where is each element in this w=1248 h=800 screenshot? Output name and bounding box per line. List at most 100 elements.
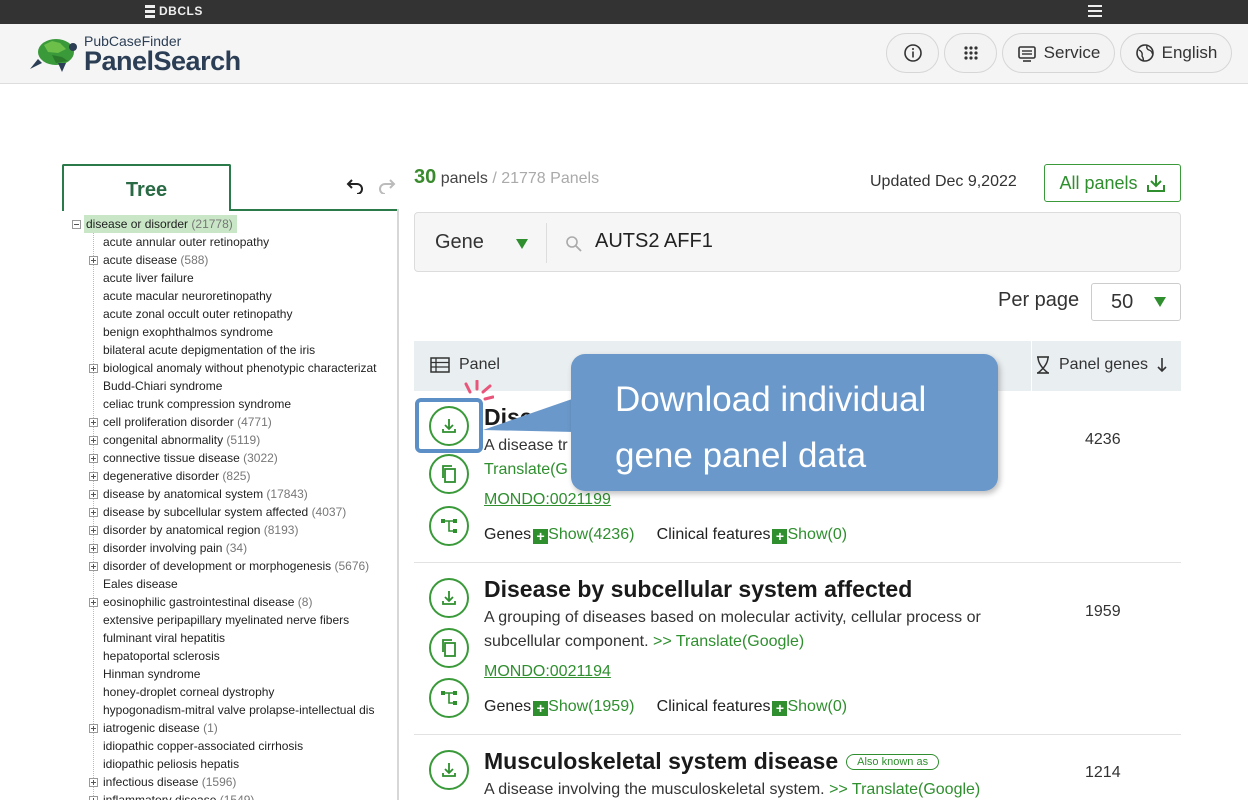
collapse-icon[interactable] (72, 220, 81, 229)
tree-item-label[interactable]: acute macular neuroretinopathy (103, 287, 272, 305)
tree-item[interactable]: Budd-Chiari syndrome (70, 377, 397, 395)
translate-link[interactable]: Translate(G (484, 461, 568, 478)
download-panel-button[interactable] (429, 578, 469, 618)
tree-item-label[interactable]: inflammatory disease (1549) (103, 791, 254, 800)
tree-item[interactable]: acute liver failure (70, 269, 397, 287)
expand-icon[interactable] (89, 544, 98, 553)
service-button[interactable]: Service (1002, 33, 1115, 73)
expand-icon[interactable] (89, 454, 98, 463)
tree-item-label[interactable]: degenerative disorder (825) (103, 467, 250, 485)
also-known-as-badge[interactable]: Also known as (846, 754, 940, 770)
tree-item-label[interactable]: eosinophilic gastrointestinal disease (8… (103, 593, 312, 611)
tree-item[interactable]: Eales disease (70, 575, 397, 593)
tree-item-label[interactable]: iatrogenic disease (1) (103, 719, 218, 737)
tree-item[interactable]: inflammatory disease (1549) (70, 791, 397, 800)
clinical-show-link[interactable]: Show(0) (787, 698, 847, 715)
tree-item-label[interactable]: Eales disease (103, 575, 178, 593)
expand-icon[interactable] (89, 256, 98, 265)
mondo-link[interactable]: MONDO:0021194 (484, 663, 611, 681)
tree-item[interactable]: extensive peripapillary myelinated nerve… (70, 611, 397, 629)
language-button[interactable]: English (1120, 33, 1232, 73)
tree-item-label[interactable]: Hinman syndrome (103, 665, 200, 683)
chevron-down-icon[interactable] (516, 239, 528, 249)
tree-item[interactable]: Hinman syndrome (70, 665, 397, 683)
tree-item-label[interactable]: hepatoportal sclerosis (103, 647, 220, 665)
tree-item-label[interactable]: disorder of development or morphogenesis… (103, 557, 369, 575)
tree-item[interactable]: benign exophthalmos syndrome (70, 323, 397, 341)
expand-icon[interactable] (89, 778, 98, 787)
info-button[interactable] (886, 33, 939, 73)
expand-icon[interactable] (89, 796, 98, 800)
expand-icon[interactable] (89, 418, 98, 427)
tree-item[interactable]: cell proliferation disorder (4771) (70, 413, 397, 431)
tree-item[interactable]: biological anomaly without phenotypic ch… (70, 359, 397, 377)
hierarchy-button[interactable] (429, 506, 469, 546)
tree-item-label[interactable]: acute disease (588) (103, 251, 208, 269)
tree-item-label[interactable]: Budd-Chiari syndrome (103, 377, 222, 395)
app-logo[interactable]: PubCaseFinder PanelSearch (28, 34, 241, 75)
tree-item[interactable]: idiopathic copper-associated cirrhosis (70, 737, 397, 755)
tree-item-label[interactable]: idiopathic copper-associated cirrhosis (103, 737, 303, 755)
expand-icon[interactable] (89, 490, 98, 499)
tree-item[interactable]: disease by anatomical system (17843) (70, 485, 397, 503)
tree-item[interactable]: disorder by anatomical region (8193) (70, 521, 397, 539)
tree-item-label[interactable]: connective tissue disease (3022) (103, 449, 278, 467)
tree-item[interactable]: eosinophilic gastrointestinal disease (8… (70, 593, 397, 611)
genes-show-link[interactable]: Show(1959) (548, 698, 634, 715)
per-page-select[interactable]: 50 (1091, 283, 1181, 321)
tree-item[interactable]: congenital abnormality (5119) (70, 431, 397, 449)
tree-item[interactable]: acute disease (588) (70, 251, 397, 269)
tree-item[interactable]: honey-droplet corneal dystrophy (70, 683, 397, 701)
tree-item-label[interactable]: biological anomaly without phenotypic ch… (103, 359, 377, 377)
dbcls-brand[interactable]: DBCLS (145, 4, 203, 18)
tree-item-label[interactable]: acute zonal occult outer retinopathy (103, 305, 292, 323)
all-panels-download-button[interactable]: All panels (1044, 164, 1181, 202)
hierarchy-button[interactable] (429, 678, 469, 718)
panel-title[interactable]: Disease by subcellular system affected (484, 576, 912, 603)
tree-item-label[interactable]: benign exophthalmos syndrome (103, 323, 273, 341)
column-panel-genes-sort[interactable]: Panel genes (1035, 356, 1168, 374)
expand-icon[interactable] (89, 562, 98, 571)
tree-item[interactable]: disorder involving pain (34) (70, 539, 397, 557)
expand-icon[interactable] (89, 472, 98, 481)
tree-item[interactable]: acute macular neuroretinopathy (70, 287, 397, 305)
tree-item[interactable]: idiopathic peliosis hepatis (70, 755, 397, 773)
expand-icon[interactable] (89, 724, 98, 733)
tree-item[interactable]: connective tissue disease (3022) (70, 449, 397, 467)
tree-item-label[interactable]: idiopathic peliosis hepatis (103, 755, 239, 773)
tree-item-label[interactable]: bilateral acute depigmentation of the ir… (103, 341, 315, 359)
undo-icon[interactable] (346, 176, 364, 194)
tree-item-label[interactable]: extensive peripapillary myelinated nerve… (103, 611, 349, 629)
tree-item[interactable]: infectious disease (1596) (70, 773, 397, 791)
download-panel-button[interactable] (429, 750, 469, 790)
copy-button[interactable] (429, 454, 469, 494)
tree-item[interactable]: celiac trunk compression syndrome (70, 395, 397, 413)
tree-item[interactable]: iatrogenic disease (1) (70, 719, 397, 737)
copy-button[interactable] (429, 628, 469, 668)
tree-item-label[interactable]: disease by subcellular system affected (… (103, 503, 346, 521)
redo-icon[interactable] (378, 176, 396, 194)
tree-item[interactable]: disease by subcellular system affected (… (70, 503, 397, 521)
expand-icon[interactable] (89, 436, 98, 445)
tree-item[interactable]: hepatoportal sclerosis (70, 647, 397, 665)
mondo-link[interactable]: MONDO:0021199 (484, 491, 611, 509)
tree-item[interactable]: acute zonal occult outer retinopathy (70, 305, 397, 323)
tree-item-label[interactable]: celiac trunk compression syndrome (103, 395, 291, 413)
search-type-select[interactable]: Gene (435, 231, 484, 254)
search-input[interactable]: AUTS2 AFF1 (595, 230, 713, 253)
tree-item[interactable]: hypogonadism-mitral valve prolapse-intel… (70, 701, 397, 719)
tree-item[interactable]: acute annular outer retinopathy (70, 233, 397, 251)
tree-item-label[interactable]: disease by anatomical system (17843) (103, 485, 308, 503)
apps-button[interactable] (944, 33, 997, 73)
tree-item-label[interactable]: hypogonadism-mitral valve prolapse-intel… (103, 701, 374, 719)
translate-link[interactable]: >> Translate(Google) (653, 633, 804, 650)
expand-icon[interactable] (89, 526, 98, 535)
tree-root-label[interactable]: disease or disorder (21778) (84, 215, 237, 233)
tree-item-label[interactable]: acute annular outer retinopathy (103, 233, 269, 251)
tree-item-label[interactable]: cell proliferation disorder (4771) (103, 413, 272, 431)
tab-tree[interactable]: Tree (62, 164, 231, 211)
tree-item-label[interactable]: disorder involving pain (34) (103, 539, 247, 557)
tree-item-label[interactable]: infectious disease (1596) (103, 773, 236, 791)
tree-item-label[interactable]: disorder by anatomical region (8193) (103, 521, 298, 539)
tree-item-label[interactable]: acute liver failure (103, 269, 194, 287)
